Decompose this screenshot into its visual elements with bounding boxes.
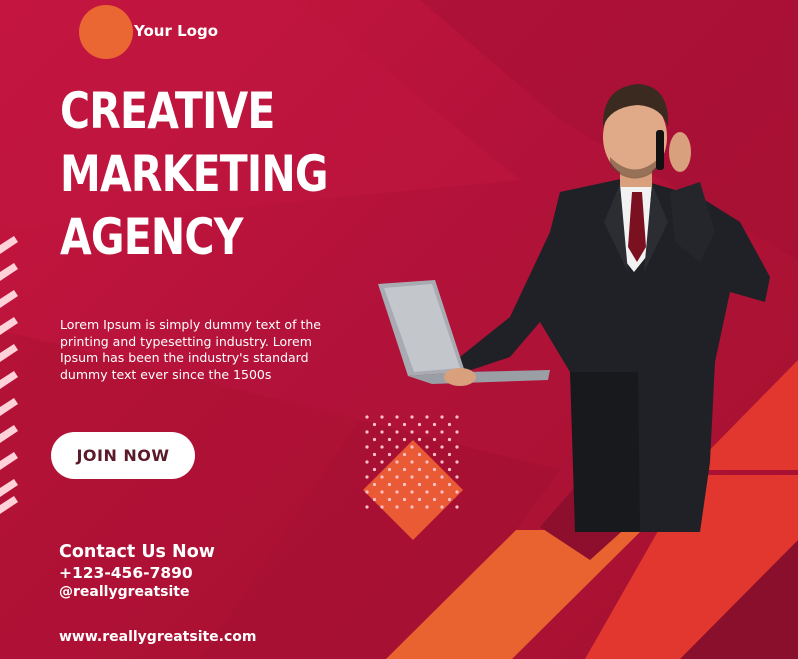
contact-title: Contact Us Now (59, 542, 215, 562)
headline-line-3: AGENCY (60, 208, 243, 266)
headline: CREATIVE MARKETING AGENCY (60, 80, 329, 269)
contact-social-handle: @reallygreatsite (59, 584, 190, 600)
headline-line-2: MARKETING (60, 145, 329, 203)
businessman-illustration (378, 84, 770, 532)
join-now-button[interactable]: JOIN NOW (51, 432, 195, 479)
flyer: Your Logo CREATIVE MARKETING AGENCY Lore… (0, 0, 798, 659)
logo-circle (79, 5, 133, 59)
contact-website: www.reallygreatsite.com (59, 629, 257, 645)
contact-phone: +123-456-7890 (59, 564, 193, 582)
headline-line-1: CREATIVE (60, 82, 275, 140)
description-text: Lorem Ipsum is simply dummy text of the … (60, 317, 321, 382)
logo-text: Your Logo (134, 22, 218, 40)
